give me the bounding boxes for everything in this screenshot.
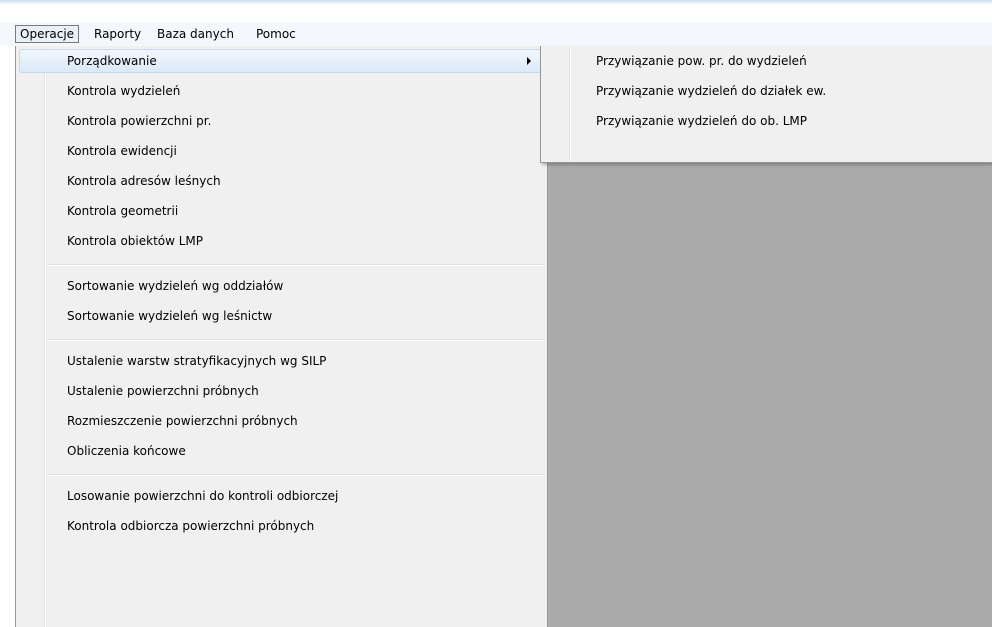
menubar-item-operacje[interactable]: Operacje <box>15 25 80 43</box>
menu-item-ustalenie-powierzchni[interactable]: Ustalenie powierzchni próbnych <box>19 379 544 403</box>
submenu-item-wydzielen-do-dzialek[interactable]: Przywiązanie wydzieleń do działek ew. <box>544 79 989 103</box>
operacje-dropdown-menu: Porządkowanie Kontrola wydzieleń Kontrol… <box>15 46 548 627</box>
submenu-item-pow-pr-do-wydzielen[interactable]: Przywiązanie pow. pr. do wydzieleń <box>544 49 989 73</box>
menu-item-obliczenia-koncowe[interactable]: Obliczenia końcowe <box>19 439 544 463</box>
menu-item-kontrola-powierzchni[interactable]: Kontrola powierzchni pr. <box>19 109 544 133</box>
menu-item-sortowanie-lesnictw[interactable]: Sortowanie wydzieleń wg leśnictw <box>19 304 544 328</box>
menubar-item-raporty[interactable]: Raporty <box>90 25 145 43</box>
menu-item-kontrola-adresow[interactable]: Kontrola adresów leśnych <box>19 169 544 193</box>
menubar-item-pomoc[interactable]: Pomoc <box>252 25 300 43</box>
menu-separator <box>48 339 544 341</box>
menu-item-rozmieszczenie-powierzchni[interactable]: Rozmieszczenie powierzchni próbnych <box>19 409 544 433</box>
menubar-item-baza-danych[interactable]: Baza danych <box>153 25 238 43</box>
menubar: Operacje Raporty Baza danych Pomoc <box>0 22 992 46</box>
menu-item-label: Porządkowanie <box>67 54 157 68</box>
porzadkowanie-submenu: Przywiązanie pow. pr. do wydzieleń Przyw… <box>540 46 992 163</box>
menu-item-ustalenie-warstw[interactable]: Ustalenie warstw stratyfikacyjnych wg SI… <box>19 349 544 373</box>
window-top-strip <box>0 0 992 22</box>
submenu-arrow-icon <box>527 57 531 65</box>
menu-item-kontrola-geometrii[interactable]: Kontrola geometrii <box>19 199 544 223</box>
menu-item-kontrola-wydzielen[interactable]: Kontrola wydzieleń <box>19 79 544 103</box>
submenu-item-wydzielen-do-lmp[interactable]: Przywiązanie wydzieleń do ob. LMP <box>544 109 989 133</box>
menu-item-kontrola-obiektow-lmp[interactable]: Kontrola obiektów LMP <box>19 229 544 253</box>
menu-separator <box>48 264 544 266</box>
menu-separator <box>48 474 544 476</box>
menu-item-kontrola-odbiorcza[interactable]: Kontrola odbiorcza powierzchni próbnych <box>19 514 544 538</box>
menu-item-losowanie-powierzchni[interactable]: Losowanie powierzchni do kontroli odbior… <box>19 484 544 508</box>
menu-item-porzadkowanie[interactable]: Porządkowanie <box>19 49 544 73</box>
menu-item-sortowanie-oddzialow[interactable]: Sortowanie wydzieleń wg oddziałów <box>19 274 544 298</box>
menu-item-kontrola-ewidencji[interactable]: Kontrola ewidencji <box>19 139 544 163</box>
